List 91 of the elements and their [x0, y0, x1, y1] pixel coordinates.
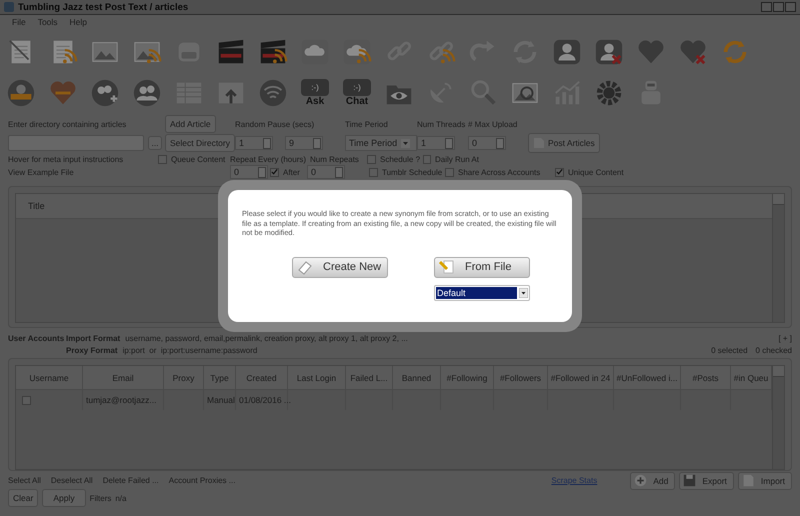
field-label: Enter directory containing articles — [8, 120, 128, 128]
menu-item[interactable]: Help — [70, 17, 88, 29]
column-header[interactable]: Failed L... — [346, 366, 393, 390]
selected-count: 0 selected — [711, 346, 748, 355]
toolbar-button[interactable]: Add — [630, 472, 676, 490]
checkbox[interactable] — [367, 155, 376, 164]
column-header[interactable]: Username — [16, 366, 83, 390]
format-text: ip:port or ip:port:username:password — [122, 346, 258, 355]
scrollbar[interactable] — [772, 194, 784, 322]
column-header[interactable]: Banned — [393, 366, 441, 390]
field-label: Proxy Format — [66, 346, 118, 355]
wifi-icon[interactable] — [258, 78, 288, 108]
user-badge-icon[interactable] — [6, 78, 36, 108]
checkbox-label: Share Across Accounts — [458, 168, 540, 176]
caret-icon — [401, 138, 410, 148]
user-add-icon[interactable] — [90, 78, 120, 108]
column-header: Title — [28, 201, 45, 211]
hint-text: Hover for meta input instructions — [8, 155, 124, 164]
pencil-icon — [439, 259, 455, 276]
post-articles-button[interactable]: Post Articles — [528, 133, 600, 153]
field-label: # Max Upload — [468, 120, 518, 128]
checkbox[interactable] — [270, 168, 279, 176]
browse-button[interactable]: ... — [148, 136, 162, 150]
menu-item[interactable]: File — [12, 17, 26, 29]
column-header[interactable]: #Followers — [494, 366, 548, 390]
action-link[interactable]: Delete Failed ... — [102, 476, 159, 485]
app-icon — [4, 2, 14, 12]
field-label: Import Format — [66, 334, 120, 343]
example-file-link[interactable]: View Example File — [8, 168, 230, 176]
eraser-icon — [297, 259, 313, 276]
template-dropdown[interactable]: Default — [434, 284, 530, 301]
checkbox-label: Tumblr Schedule — [382, 168, 442, 176]
action-link[interactable]: Deselect All — [50, 476, 93, 485]
column-header[interactable]: Proxy — [164, 366, 204, 390]
number-field[interactable]: 0 — [468, 136, 506, 150]
checkbox[interactable] — [445, 168, 454, 176]
number-field[interactable]: 0 — [230, 165, 268, 179]
create-new-button[interactable]: Create New — [292, 256, 388, 278]
field-label: Time Period — [345, 120, 389, 128]
checkbox-label: Unique Content — [568, 168, 624, 176]
field-label: Random Pause (secs) — [235, 120, 316, 128]
checkbox-label: After — [283, 168, 300, 176]
plus-circle-icon — [634, 474, 648, 487]
format-text: username, password, email,permalink, creation proxy, alt proxy 1, alt proxy 2, ... — [125, 334, 408, 343]
expand-link[interactable]: [ + ] — [778, 334, 792, 343]
field-label: Repeat Every (hours) — [230, 155, 308, 164]
toolbar-button[interactable]: Import — [738, 472, 792, 490]
column-header[interactable]: #UnFollowed i... — [614, 366, 681, 390]
number-field[interactable]: 1 — [417, 136, 455, 150]
apply-button[interactable]: Apply — [42, 489, 86, 507]
number-field[interactable]: 9 — [285, 136, 323, 150]
select-directory-button[interactable]: Select Directory — [165, 134, 235, 152]
section-title: User Accounts — [8, 334, 66, 343]
from-file-button[interactable]: From File — [434, 256, 530, 278]
user-group-icon[interactable] — [132, 78, 162, 108]
number-field[interactable]: 1 — [235, 136, 273, 150]
checkbox[interactable] — [158, 155, 167, 164]
scrollbar[interactable] — [772, 366, 784, 469]
menu-item[interactable]: Tools — [38, 17, 58, 29]
directory-field[interactable] — [8, 135, 144, 151]
column-header[interactable]: Last Login — [288, 366, 346, 390]
number-field[interactable]: 0 — [307, 165, 345, 179]
time-period-dropdown[interactable]: Time Period — [345, 135, 417, 151]
scrape-stats-link[interactable]: Scrape Stats — [551, 476, 626, 485]
clear-button[interactable]: Clear — [8, 489, 38, 507]
checkbox-label: Daily Run At — [434, 155, 479, 164]
field-label: Num Threads — [417, 120, 466, 128]
checkbox-label: Schedule ? — [380, 155, 420, 164]
checked-count: 0 checked — [756, 346, 792, 355]
column-header[interactable]: Type — [204, 366, 236, 390]
column-header[interactable]: #Posts — [681, 366, 731, 390]
field-label: Num Repeats — [310, 155, 360, 164]
checkbox-label: Queue Content — [171, 155, 226, 164]
document-icon — [742, 474, 755, 487]
field-label: Filters — [90, 494, 112, 502]
column-header[interactable]: Created — [236, 366, 288, 390]
window-title: Tumbling Jazz test Post Text / articles — [18, 2, 188, 12]
column-header[interactable]: #Followed in 24 — [548, 366, 614, 390]
action-link[interactable]: Account Proxies ... — [168, 476, 236, 485]
filter-value: n/a — [115, 494, 126, 502]
toolbar-button[interactable]: Export — [679, 472, 734, 490]
checkbox[interactable] — [423, 155, 431, 164]
column-header[interactable]: Email — [83, 366, 164, 390]
action-link[interactable]: Select All — [8, 476, 41, 485]
row-checkbox[interactable] — [22, 396, 31, 404]
add-article-button[interactable]: Add Article — [165, 115, 216, 133]
checkbox[interactable] — [369, 168, 378, 176]
checkbox[interactable] — [555, 168, 564, 176]
caret-icon — [519, 288, 528, 298]
column-header[interactable]: #in Queu — [731, 366, 772, 390]
column-header[interactable]: #Following — [441, 366, 494, 390]
